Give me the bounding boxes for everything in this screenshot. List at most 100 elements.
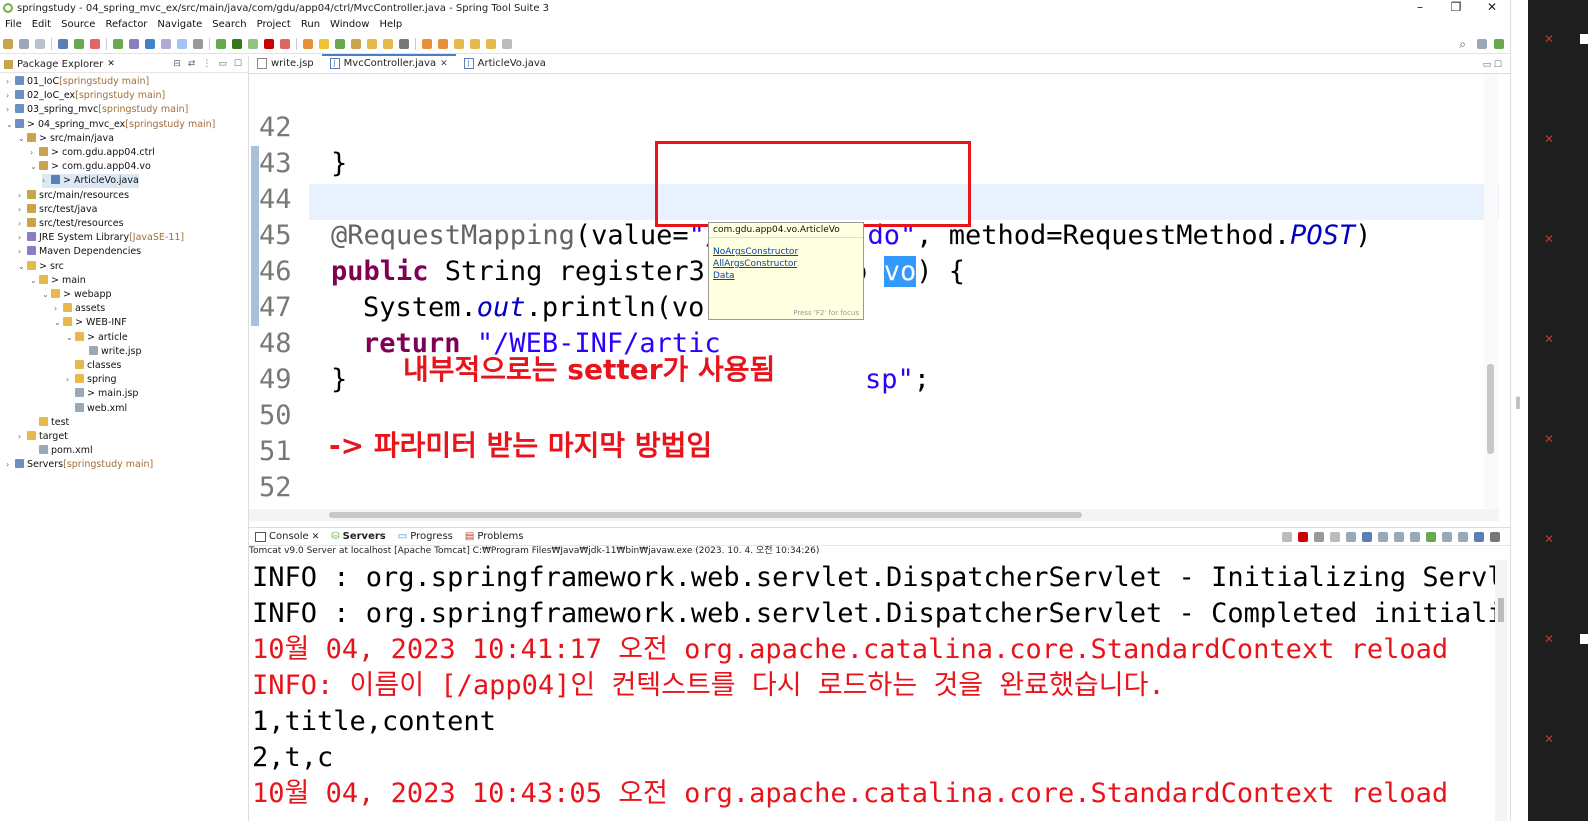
restore-button[interactable]: ❐ bbox=[1438, 0, 1474, 14]
tree-item[interactable]: classes bbox=[66, 359, 121, 373]
tree-item[interactable]: › assets bbox=[54, 302, 105, 316]
collapse-chevron-icon[interactable]: › bbox=[6, 103, 15, 117]
minimize-button[interactable]: – bbox=[1402, 0, 1438, 14]
expand-chevron-icon[interactable]: ⌄ bbox=[18, 132, 27, 146]
scroll-lock-icon[interactable] bbox=[1362, 531, 1372, 542]
tree-item[interactable]: › target bbox=[18, 430, 68, 444]
collapse-chevron-icon[interactable]: › bbox=[18, 231, 27, 245]
close-tab-icon[interactable]: ✕ bbox=[312, 532, 320, 542]
collapse-chevron-icon[interactable]: › bbox=[6, 89, 15, 103]
expand-chevron-icon[interactable]: ⌄ bbox=[54, 316, 63, 330]
collapse-chevron-icon[interactable]: › bbox=[18, 217, 27, 231]
next-annotation-icon[interactable] bbox=[422, 39, 432, 49]
expand-chevron-icon[interactable]: ⌄ bbox=[30, 274, 39, 288]
close-button[interactable]: ✕ bbox=[1474, 0, 1510, 14]
expand-chevron-icon[interactable]: ⌄ bbox=[18, 260, 27, 274]
collapse-chevron-icon[interactable]: › bbox=[18, 430, 27, 444]
tab-console[interactable]: Console ✕ bbox=[255, 531, 319, 542]
package-explorer-tab[interactable]: Package Explorer ✕ ⊟ ⇄ ⋮ ▭ ☐ bbox=[0, 56, 248, 73]
editor-vertical-scrollbar[interactable] bbox=[1484, 74, 1498, 510]
spring-icon[interactable] bbox=[74, 39, 84, 49]
expand-chevron-icon[interactable]: ⌄ bbox=[6, 118, 15, 132]
display-console-icon[interactable] bbox=[1442, 531, 1452, 542]
tab-servers[interactable]: ⛁ Servers bbox=[331, 531, 386, 542]
globe-icon[interactable] bbox=[399, 39, 409, 49]
expand-chevron-icon[interactable]: ⌄ bbox=[66, 331, 75, 345]
open-task-icon[interactable] bbox=[367, 39, 377, 49]
word-wrap-icon[interactable] bbox=[1378, 531, 1388, 542]
block-select-icon[interactable] bbox=[177, 39, 187, 49]
tree-item[interactable]: › 01_IoC[springstudy main] bbox=[6, 75, 149, 89]
popup-link-allargs[interactable]: AllArgsConstructor bbox=[709, 258, 863, 270]
hover-info-popup[interactable]: com.gdu.app04.vo.ArticleVo NoArgsConstru… bbox=[708, 222, 864, 320]
tree-item[interactable]: ⌄ > src bbox=[18, 260, 64, 274]
terminal-icon[interactable] bbox=[58, 39, 68, 49]
view-menu-icon[interactable]: ⋮ bbox=[202, 59, 211, 69]
stop-icon[interactable] bbox=[90, 39, 100, 49]
search-icon[interactable]: ⌕ bbox=[1459, 37, 1466, 52]
spring-perspective-icon[interactable] bbox=[1494, 39, 1504, 49]
menu-refactor[interactable]: Refactor bbox=[105, 19, 147, 30]
close-tab-icon[interactable]: ✕ bbox=[107, 59, 115, 69]
run-icon[interactable] bbox=[232, 39, 242, 49]
tree-item[interactable]: › spring bbox=[66, 373, 117, 387]
menu-edit[interactable]: Edit bbox=[32, 19, 51, 30]
terminate-icon[interactable] bbox=[1298, 531, 1308, 542]
maximize-view-icon[interactable]: ☐ bbox=[234, 59, 242, 69]
prev-annotation-icon[interactable] bbox=[438, 39, 448, 49]
menu-window[interactable]: Window bbox=[330, 19, 369, 30]
tree-item[interactable]: › src/test/java bbox=[18, 203, 97, 217]
resize-grip-icon[interactable]: ‖ bbox=[1515, 395, 1521, 409]
collapse-chevron-icon[interactable]: › bbox=[54, 302, 63, 316]
tree-item[interactable]: › > ArticleVo.java bbox=[42, 174, 139, 189]
tree-item[interactable]: > main.jsp bbox=[66, 387, 138, 401]
collapse-chevron-icon[interactable]: › bbox=[18, 189, 27, 203]
tree-item[interactable]: ⌄ > 04_spring_mvc_ex[springstudy main] bbox=[6, 118, 215, 132]
show-stderr-icon[interactable] bbox=[1410, 531, 1420, 542]
menu-project[interactable]: Project bbox=[257, 19, 291, 30]
tree-item[interactable]: test bbox=[30, 416, 69, 430]
close-tab-icon[interactable]: ✕ bbox=[440, 59, 448, 69]
tree-item[interactable]: ⌄ > src/main/java bbox=[18, 132, 114, 146]
tree-item[interactable]: ⌄ > com.gdu.app04.vo bbox=[30, 160, 151, 174]
show-stdout-icon[interactable] bbox=[1394, 531, 1404, 542]
new-icon[interactable] bbox=[3, 39, 13, 49]
search-tool-icon[interactable] bbox=[129, 39, 139, 49]
collapse-chevron-icon[interactable]: › bbox=[6, 458, 15, 472]
open-perspective-icon[interactable] bbox=[1477, 39, 1487, 49]
highlight-icon[interactable] bbox=[161, 39, 171, 49]
link-editor-icon[interactable]: ⇄ bbox=[188, 59, 196, 69]
tab-write-jsp[interactable]: write.jsp bbox=[249, 56, 322, 73]
new-java-project-icon[interactable] bbox=[303, 39, 313, 49]
tree-item[interactable]: ⌄ > WEB-INF bbox=[54, 316, 127, 330]
tree-item[interactable]: write.jsp bbox=[80, 345, 142, 359]
refresh-icon[interactable] bbox=[113, 39, 123, 49]
menu-help[interactable]: Help bbox=[379, 19, 402, 30]
tree-item[interactable]: › 02_IoC_ex[springstudy main] bbox=[6, 89, 165, 103]
forward-icon[interactable] bbox=[486, 39, 496, 49]
tab-problems[interactable]: ▤ Problems bbox=[465, 531, 524, 542]
minimize-view-icon[interactable]: ▭ bbox=[218, 59, 227, 69]
open-type-icon[interactable] bbox=[351, 39, 361, 49]
open-console-icon[interactable] bbox=[1458, 531, 1468, 542]
stop-server-icon[interactable] bbox=[1282, 531, 1292, 542]
expand-chevron-icon[interactable]: ⌄ bbox=[30, 160, 39, 174]
collapse-chevron-icon[interactable]: › bbox=[6, 75, 15, 89]
code-editor[interactable]: 42 } 43 44 @RequestMapping(value="/regis… bbox=[249, 74, 1499, 510]
tree-item[interactable]: › src/test/resources bbox=[18, 217, 124, 231]
back-icon[interactable] bbox=[470, 39, 480, 49]
expand-chevron-icon[interactable]: ⌄ bbox=[42, 288, 51, 302]
save-all-icon[interactable] bbox=[35, 39, 45, 49]
tree-item[interactable]: pom.xml bbox=[30, 444, 93, 458]
new-class-icon[interactable] bbox=[335, 39, 345, 49]
editor-horizontal-scrollbar[interactable] bbox=[249, 509, 1499, 521]
pin-console-icon[interactable] bbox=[1426, 531, 1436, 542]
popup-link-noargs[interactable]: NoArgsConstructor bbox=[709, 246, 863, 258]
collapse-chevron-icon[interactable]: › bbox=[30, 146, 39, 160]
tree-item[interactable]: ⌄ > main bbox=[30, 274, 86, 288]
collapse-chevron-icon[interactable]: › bbox=[18, 203, 27, 217]
popup-link-data[interactable]: Data bbox=[709, 270, 863, 282]
menu-search[interactable]: Search bbox=[212, 19, 246, 30]
pin-editor-icon[interactable] bbox=[502, 39, 512, 49]
console-scrollbar[interactable] bbox=[1495, 560, 1507, 821]
